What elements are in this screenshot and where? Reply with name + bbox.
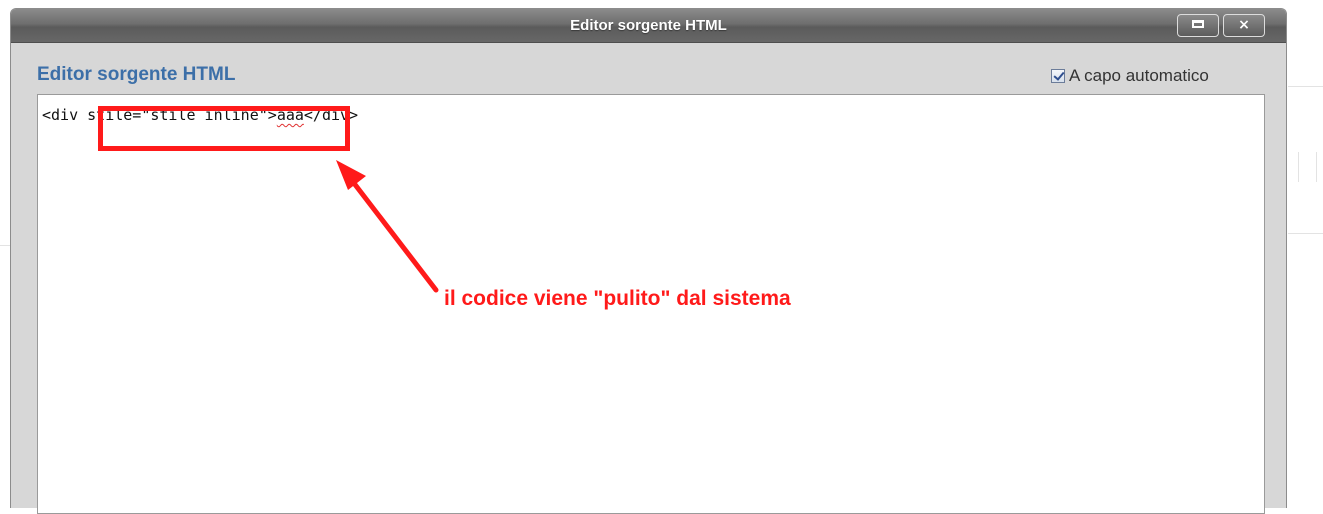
annotation-arrow-icon [336,160,439,293]
annotation-text: il codice viene "pulito" dal sistema [444,287,791,310]
